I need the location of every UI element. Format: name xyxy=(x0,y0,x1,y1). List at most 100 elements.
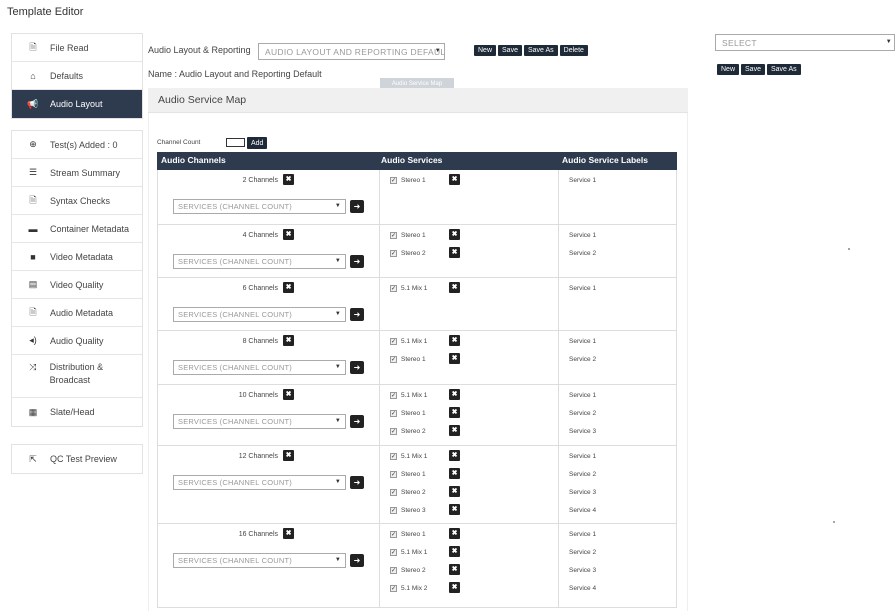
volume-icon: ◂) xyxy=(29,335,37,345)
table-row: 10 Channels ✖ SERVICES (CHANNEL COUNT) ▼ ➜ ✓ 5… xyxy=(157,385,677,446)
service-checkbox[interactable]: ✓ xyxy=(390,471,397,478)
right-save-as-button[interactable]: Save As xyxy=(766,64,801,75)
remove-channel-button[interactable]: ✖ xyxy=(283,174,294,185)
service-checkbox[interactable]: ✓ xyxy=(390,531,397,538)
service-item: ✓ 5.1 Mix 1 xyxy=(390,285,427,292)
remove-service-button[interactable]: ✖ xyxy=(449,546,460,557)
services-select[interactable]: SERVICES (CHANNEL COUNT) ▼ xyxy=(173,553,346,568)
save-as-button[interactable]: Save As xyxy=(523,45,558,56)
remove-channel-button[interactable]: ✖ xyxy=(283,335,294,346)
service-label: Service 3 xyxy=(569,567,597,574)
remove-service-button[interactable]: ✖ xyxy=(449,425,460,436)
remove-service-button[interactable]: ✖ xyxy=(449,528,460,539)
column-divider xyxy=(379,385,380,445)
sidebar-item-container-metadata[interactable]: ▬ Container Metadata xyxy=(12,215,142,243)
service-checkbox[interactable]: ✓ xyxy=(390,428,397,435)
grid-icon: ▦ xyxy=(28,406,38,417)
sidebar-item-syntax-checks[interactable]: 🗎 Syntax Checks xyxy=(12,187,142,215)
layout-select[interactable]: AUDIO LAYOUT AND REPORTING DEFAULT ▼ xyxy=(258,43,445,60)
sidebar-item-defaults[interactable]: ⌂ Defaults xyxy=(12,62,142,90)
service-checkbox[interactable]: ✓ xyxy=(390,567,397,574)
services-select[interactable]: SERVICES (CHANNEL COUNT) ▼ xyxy=(173,307,346,322)
services-select[interactable]: SERVICES (CHANNEL COUNT) ▼ xyxy=(173,254,346,269)
service-item: ✓ Stereo 1 xyxy=(390,356,426,363)
arrow-right-icon[interactable]: ➜ xyxy=(350,255,364,268)
remove-channel-button[interactable]: ✖ xyxy=(283,528,294,539)
service-checkbox[interactable]: ✓ xyxy=(390,177,397,184)
sidebar-item-audio-layout[interactable]: 📢 Audio Layout xyxy=(12,90,142,118)
remove-service-button[interactable]: ✖ xyxy=(449,229,460,240)
service-checkbox[interactable]: ✓ xyxy=(390,489,397,496)
page-title: Template Editor xyxy=(7,6,84,18)
services-select[interactable]: SERVICES (CHANNEL COUNT) ▼ xyxy=(173,360,346,375)
col-audio-services: Audio Services xyxy=(381,155,443,165)
services-select[interactable]: SERVICES (CHANNEL COUNT) ▼ xyxy=(173,475,346,490)
remove-channel-button[interactable]: ✖ xyxy=(283,229,294,240)
sidebar-item-distribution-broadcast[interactable]: ⤨ Distribution & Broadcast xyxy=(12,355,142,398)
remove-service-button[interactable]: ✖ xyxy=(449,450,460,461)
service-item: ✓ 5.1 Mix 1 xyxy=(390,338,427,345)
remove-service-button[interactable]: ✖ xyxy=(449,407,460,418)
table-row: 12 Channels ✖ SERVICES (CHANNEL COUNT) ▼ ➜ ✓ 5… xyxy=(157,446,677,524)
remove-service-button[interactable]: ✖ xyxy=(449,247,460,258)
remove-channel-button[interactable]: ✖ xyxy=(283,282,294,293)
sidebar-item-audio-metadata[interactable]: 🗎 Audio Metadata xyxy=(12,299,142,327)
layout-label: Audio Layout & Reporting xyxy=(148,45,251,55)
remove-service-button[interactable]: ✖ xyxy=(449,353,460,364)
service-checkbox[interactable]: ✓ xyxy=(390,250,397,257)
services-select-placeholder: SERVICES (CHANNEL COUNT) xyxy=(178,417,292,426)
sidebar-item-test-s-added-0[interactable]: ⊕ Test(s) Added : 0 xyxy=(12,131,142,159)
right-save-button[interactable]: Save xyxy=(741,64,765,75)
template-select[interactable]: SELECT ▼ xyxy=(715,34,895,51)
service-item: ✓ Stereo 1 xyxy=(390,177,426,184)
remove-channel-button[interactable]: ✖ xyxy=(283,389,294,400)
arrow-right-icon[interactable]: ➜ xyxy=(350,200,364,213)
sidebar-item-label: Video Quality xyxy=(50,279,104,290)
service-name: Stereo 2 xyxy=(401,489,426,496)
remove-service-button[interactable]: ✖ xyxy=(449,282,460,293)
sidebar-item-audio-quality[interactable]: ◂) Audio Quality xyxy=(12,327,142,355)
service-checkbox[interactable]: ✓ xyxy=(390,507,397,514)
sidebar-item-file-read[interactable]: 🗎 File Read xyxy=(12,34,142,62)
services-select[interactable]: SERVICES (CHANNEL COUNT) ▼ xyxy=(173,199,346,214)
sidebar-item-video-metadata[interactable]: ■ Video Metadata xyxy=(12,243,142,271)
service-checkbox[interactable]: ✓ xyxy=(390,285,397,292)
right-new-button[interactable]: New xyxy=(717,64,740,75)
remove-channel-button[interactable]: ✖ xyxy=(283,450,294,461)
arrow-right-icon[interactable]: ➜ xyxy=(350,415,364,428)
service-checkbox[interactable]: ✓ xyxy=(390,410,397,417)
save-button[interactable]: Save xyxy=(498,45,522,56)
plus-circle-icon: ⊕ xyxy=(29,139,37,149)
service-checkbox[interactable]: ✓ xyxy=(390,453,397,460)
service-checkbox[interactable]: ✓ xyxy=(390,549,397,556)
remove-service-button[interactable]: ✖ xyxy=(449,389,460,400)
service-checkbox[interactable]: ✓ xyxy=(390,356,397,363)
remove-service-button[interactable]: ✖ xyxy=(449,564,460,575)
new-button[interactable]: New xyxy=(474,45,497,56)
delete-button[interactable]: Delete xyxy=(559,45,588,56)
arrow-right-icon[interactable]: ➜ xyxy=(350,361,364,374)
service-checkbox[interactable]: ✓ xyxy=(390,585,397,592)
arrow-right-icon[interactable]: ➜ xyxy=(350,308,364,321)
sidebar-item-qc-test-preview[interactable]: ⇱ QC Test Preview xyxy=(12,445,142,473)
template-select-placeholder: SELECT xyxy=(722,37,757,48)
sidebar-item-stream-summary[interactable]: ☰ Stream Summary xyxy=(12,159,142,187)
channel-count-input[interactable] xyxy=(226,138,245,147)
remove-service-button[interactable]: ✖ xyxy=(449,486,460,497)
remove-service-button[interactable]: ✖ xyxy=(449,335,460,346)
service-checkbox[interactable]: ✓ xyxy=(390,392,397,399)
add-channel-button[interactable]: Add xyxy=(247,137,268,149)
service-item: ✓ 5.1 Mix 2 xyxy=(390,585,427,592)
sidebar-item-slate-head[interactable]: ▦ Slate/Head xyxy=(12,398,142,426)
channel-count-text: 2 Channels xyxy=(242,177,278,184)
remove-service-button[interactable]: ✖ xyxy=(449,468,460,479)
service-checkbox[interactable]: ✓ xyxy=(390,232,397,239)
remove-service-button[interactable]: ✖ xyxy=(449,504,460,515)
arrow-right-icon[interactable]: ➜ xyxy=(350,554,364,567)
sidebar-item-video-quality[interactable]: ▤ Video Quality xyxy=(12,271,142,299)
services-select[interactable]: SERVICES (CHANNEL COUNT) ▼ xyxy=(173,414,346,429)
arrow-right-icon[interactable]: ➜ xyxy=(350,476,364,489)
remove-service-button[interactable]: ✖ xyxy=(449,174,460,185)
remove-service-button[interactable]: ✖ xyxy=(449,582,460,593)
service-checkbox[interactable]: ✓ xyxy=(390,338,397,345)
